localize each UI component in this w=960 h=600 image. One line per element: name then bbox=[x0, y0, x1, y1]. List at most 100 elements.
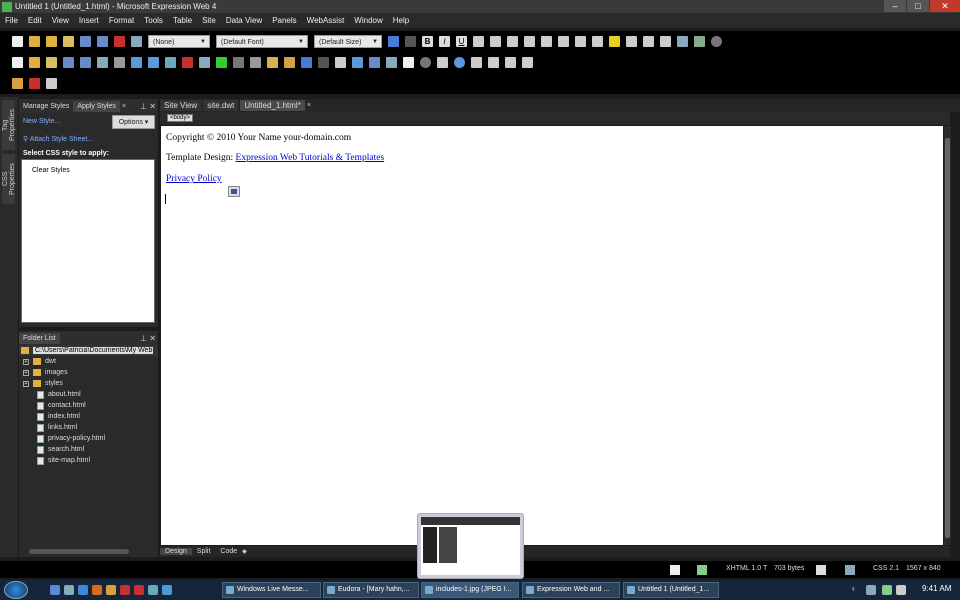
paste-icon[interactable] bbox=[267, 57, 278, 68]
menu-data-view[interactable]: Data View bbox=[221, 16, 267, 25]
task-expression-web-and[interactable]: Expression Web and ... bbox=[522, 582, 620, 598]
bold-button[interactable]: B bbox=[422, 36, 433, 47]
view-arrow-icon[interactable]: ◆ bbox=[242, 548, 247, 555]
design-surface[interactable]: Copyright © 2010 Your Name your-domain.c… bbox=[161, 126, 943, 545]
css-properties-tab[interactable]: CSS Properties bbox=[2, 154, 16, 204]
publish-site-icon[interactable] bbox=[46, 57, 57, 68]
menu-help[interactable]: Help bbox=[388, 16, 414, 25]
visual-aids-icon[interactable] bbox=[816, 565, 826, 575]
acrobat-icon[interactable] bbox=[120, 585, 130, 595]
task-untitled-1[interactable]: Untitled 1 (Untitled_1... bbox=[623, 582, 719, 598]
new-style-link[interactable]: New Style... bbox=[23, 118, 60, 125]
tab-site-dwt[interactable]: site.dwt bbox=[203, 100, 239, 111]
show-desktop-icon[interactable] bbox=[50, 585, 60, 595]
save-icon[interactable] bbox=[80, 36, 91, 47]
layer-icon[interactable] bbox=[643, 36, 654, 47]
privacy-policy-link[interactable]: Privacy Policy bbox=[166, 174, 222, 184]
task-includes-jpg[interactable]: includes-1.jpg (JPEG I... bbox=[421, 582, 519, 598]
internet-explorer-icon[interactable] bbox=[78, 585, 88, 595]
redo-icon[interactable] bbox=[405, 36, 416, 47]
style-app-icon[interactable] bbox=[845, 565, 855, 575]
align-right-icon[interactable] bbox=[507, 36, 518, 47]
save-copy-icon[interactable] bbox=[80, 57, 91, 68]
open-icon[interactable] bbox=[29, 57, 40, 68]
menu-view[interactable]: View bbox=[47, 16, 74, 25]
browser-preview-icon[interactable] bbox=[131, 57, 142, 68]
expand-icon[interactable]: + bbox=[23, 380, 29, 387]
tray-network-icon[interactable] bbox=[866, 585, 876, 595]
menu-table[interactable]: Table bbox=[168, 16, 197, 25]
doc-status-icon[interactable] bbox=[670, 565, 680, 575]
save-page-icon[interactable] bbox=[63, 57, 74, 68]
menu-file[interactable]: File bbox=[0, 16, 23, 25]
file-item[interactable]: index.html bbox=[19, 411, 158, 422]
preview-icon[interactable] bbox=[131, 36, 142, 47]
system-clock[interactable]: 9:41 AM bbox=[922, 584, 951, 593]
minimize-button[interactable]: – bbox=[884, 0, 906, 12]
sharepoint-tool-icon[interactable] bbox=[182, 57, 193, 68]
template-design-link[interactable]: Expression Web Tutorials & Templates bbox=[236, 153, 385, 163]
folder-root-row[interactable]: C:\Users\Patricia\Documents\My Web Sites bbox=[19, 345, 158, 356]
menu-panels[interactable]: Panels bbox=[267, 16, 301, 25]
paste-options-icon[interactable] bbox=[228, 186, 240, 197]
borders-icon[interactable] bbox=[592, 36, 603, 47]
tray-arrow-icon[interactable]: ‹ bbox=[852, 584, 855, 593]
file-item[interactable]: about.html bbox=[19, 389, 158, 400]
open-site-icon[interactable] bbox=[46, 36, 57, 47]
file-item[interactable]: privacy-policy.html bbox=[19, 433, 158, 444]
flash-icon[interactable] bbox=[29, 78, 40, 89]
taskbar-thumbnail-preview[interactable] bbox=[417, 513, 524, 579]
attach-style-sheet-link[interactable]: ⚲ Attach Style Sheet... bbox=[23, 135, 93, 143]
align-center-icon[interactable] bbox=[490, 36, 501, 47]
file-item[interactable]: contact.html bbox=[19, 400, 158, 411]
font-select[interactable]: (Default Font) bbox=[216, 35, 308, 49]
highlight-icon[interactable] bbox=[609, 36, 620, 47]
tray-volume-icon[interactable] bbox=[896, 585, 906, 595]
view-code[interactable]: Code bbox=[215, 548, 242, 555]
snapshot-icon[interactable] bbox=[199, 57, 210, 68]
tab-apply-styles[interactable]: Apply Styles bbox=[73, 100, 120, 112]
expand-icon[interactable]: + bbox=[23, 369, 29, 376]
cut-icon[interactable] bbox=[233, 57, 244, 68]
image-icon[interactable] bbox=[386, 57, 397, 68]
code-snippet-icon[interactable] bbox=[488, 57, 499, 68]
check-links-icon[interactable] bbox=[165, 57, 176, 68]
menu-format[interactable]: Format bbox=[104, 16, 139, 25]
compat-status-icon[interactable] bbox=[697, 565, 707, 575]
panel-pin-close[interactable]: ⊥ ✕ bbox=[140, 102, 156, 111]
help-icon[interactable] bbox=[454, 57, 465, 68]
underline-button[interactable]: U bbox=[456, 36, 467, 47]
tray-messenger-icon[interactable] bbox=[882, 585, 892, 595]
page-icon[interactable] bbox=[403, 57, 414, 68]
task-eudora[interactable]: Eudora - [Mary hahn,... bbox=[323, 582, 419, 598]
increase-indent-icon[interactable] bbox=[575, 36, 586, 47]
folder-panel-pin-close[interactable]: ⊥ ✕ bbox=[140, 334, 156, 343]
new-document-icon[interactable] bbox=[12, 57, 23, 68]
start-button[interactable] bbox=[4, 581, 28, 599]
redo-tool-icon[interactable] bbox=[318, 57, 329, 68]
paragraph-marks-icon[interactable] bbox=[437, 57, 448, 68]
tab-site-view[interactable]: Site View bbox=[160, 100, 202, 111]
folder-item[interactable]: + styles bbox=[19, 378, 158, 389]
insert-layer-icon[interactable] bbox=[335, 57, 346, 68]
file-item[interactable]: site-map.html bbox=[19, 455, 158, 466]
save-all-icon[interactable] bbox=[97, 36, 108, 47]
close-tag-icon[interactable] bbox=[522, 57, 533, 68]
numbered-list-icon[interactable] bbox=[524, 36, 535, 47]
menu-site[interactable]: Site bbox=[197, 16, 221, 25]
record-icon[interactable] bbox=[711, 36, 722, 47]
menu-insert[interactable]: Insert bbox=[74, 16, 104, 25]
print-icon[interactable] bbox=[114, 57, 125, 68]
web-icon[interactable] bbox=[148, 57, 159, 68]
font-size-select[interactable]: (Default Size) bbox=[314, 35, 382, 49]
spelling-check-icon[interactable] bbox=[216, 57, 227, 68]
open-folder-icon[interactable] bbox=[29, 36, 40, 47]
clear-styles-item[interactable]: Clear Styles bbox=[32, 167, 70, 174]
comment-icon[interactable] bbox=[505, 57, 516, 68]
copy-icon[interactable] bbox=[250, 57, 261, 68]
hyperlink-icon[interactable] bbox=[352, 57, 363, 68]
tag-properties-tab[interactable]: Tag Properties bbox=[2, 100, 16, 150]
tab-close-icon[interactable]: × bbox=[307, 102, 311, 109]
table-icon[interactable] bbox=[660, 36, 671, 47]
window-icon[interactable] bbox=[46, 78, 57, 89]
